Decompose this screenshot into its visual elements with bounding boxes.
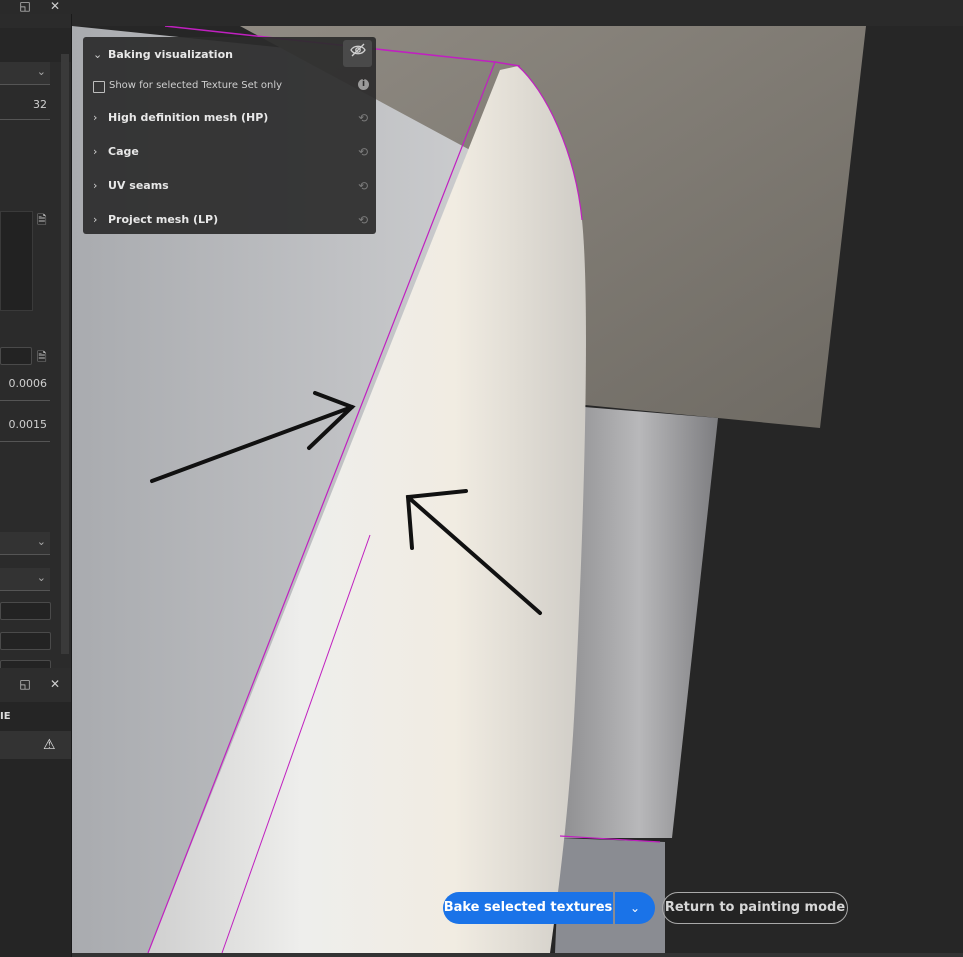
reset-icon[interactable]: ⟲ [358, 111, 368, 125]
chevron-right-icon: › [93, 179, 98, 192]
section-label: Project mesh (LP) [108, 213, 219, 226]
preview-box [0, 211, 33, 311]
chevron-down-icon: ⌄ [36, 65, 46, 78]
path-input[interactable] [0, 347, 32, 365]
section-high-definition-mesh[interactable]: › High definition mesh (HP) ⟲ [83, 104, 376, 132]
section-label: Cage [108, 145, 139, 158]
distance-value-2[interactable]: 0.0015 [0, 418, 48, 431]
baking-visualization-header[interactable]: ⌄ Baking visualization [83, 41, 376, 69]
scrollbar[interactable] [61, 54, 69, 654]
chevron-down-icon: ⌄ [93, 48, 103, 61]
distance-value-1[interactable]: 0.0006 [0, 377, 48, 390]
reset-icon[interactable]: ⟲ [358, 179, 368, 193]
reset-icon[interactable]: ⟲ [358, 213, 368, 227]
section-project-mesh[interactable]: › Project mesh (LP) ⟲ [83, 206, 376, 234]
return-to-painting-mode-button[interactable]: Return to painting mode [662, 892, 848, 924]
divider [0, 119, 50, 120]
section-uv-seams[interactable]: › UV seams ⟲ [83, 172, 376, 200]
eye-slash-icon[interactable] [343, 40, 372, 67]
properties-panel: ⌄ 32 🗎 🗎 0.0006 0.0015 ⌄ ⌄ [0, 14, 72, 678]
chevron-right-icon: › [93, 145, 98, 158]
chevron-right-icon: › [93, 213, 98, 226]
text-input-1[interactable] [0, 602, 51, 620]
chevron-right-icon: › [93, 111, 98, 124]
top-bar: ◱ ✕ [0, 0, 963, 26]
divider [0, 400, 50, 401]
float-panel-icon[interactable]: ◱ [14, 678, 36, 692]
baking-visualization-panel: ⌄ Baking visualization Show for selected… [83, 37, 376, 234]
close-panel-icon[interactable]: ✕ [44, 678, 66, 692]
chevron-down-icon: ⌄ [36, 535, 46, 548]
option-dropdown-2[interactable]: ⌄ [0, 568, 50, 591]
close-panel-icon[interactable]: ✕ [44, 0, 66, 14]
bake-selected-textures-button[interactable]: Bake selected textures [443, 892, 613, 924]
warning-icon: ⚠ [43, 737, 56, 753]
reset-icon[interactable]: ⟲ [358, 145, 368, 159]
panel-title: Baking visualization [108, 48, 233, 61]
list-item[interactable]: ⚠ [0, 731, 71, 759]
log-panel: ◱ ✕ IE ⚠ [0, 668, 72, 957]
option-dropdown-1[interactable]: ⌄ [0, 532, 50, 555]
bake-options-dropdown[interactable]: ⌄ [615, 892, 655, 924]
file-icon[interactable]: 🗎 [37, 211, 49, 227]
divider [0, 441, 50, 442]
chevron-down-icon: ⌄ [36, 571, 46, 584]
show-selected-label: Show for selected Texture Set only [109, 80, 283, 91]
log-panel-header: ◱ ✕ [0, 668, 71, 702]
section-label: UV seams [108, 179, 169, 192]
number-field[interactable]: 32 [0, 98, 47, 111]
section-label: High definition mesh (HP) [108, 111, 269, 124]
text-input-2[interactable] [0, 632, 51, 650]
top-dropdown[interactable]: ⌄ [0, 62, 50, 85]
float-panel-icon[interactable]: ◱ [14, 0, 36, 14]
eye-slash-glyph [349, 43, 366, 57]
viewport-bottom-border [72, 953, 963, 957]
file-icon[interactable]: 🗎 [37, 348, 49, 364]
chevron-down-icon: ⌄ [629, 901, 641, 915]
column-label: IE [0, 711, 11, 722]
info-icon[interactable]: i [358, 79, 369, 90]
section-cage[interactable]: › Cage ⟲ [83, 138, 376, 166]
show-selected-checkbox[interactable] [93, 81, 105, 93]
